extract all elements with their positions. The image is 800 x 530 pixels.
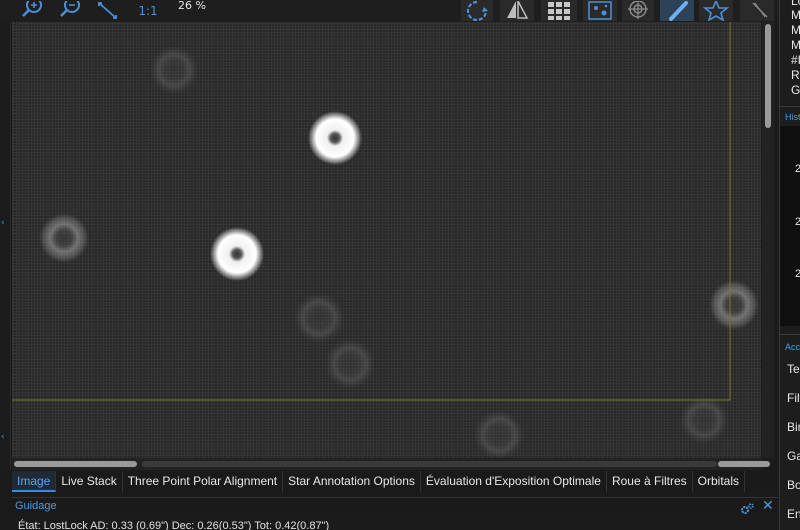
star-detect-icon (588, 0, 612, 20)
crosshair-button[interactable] (622, 0, 654, 21)
guiding-panel-header: Guidage ✕ (12, 497, 778, 515)
brush-button[interactable] (660, 0, 694, 21)
stats-row: Lo (791, 0, 800, 8)
vertical-scroll-thumb[interactable] (765, 24, 771, 128)
accessory-row-label: Ter (787, 362, 800, 376)
horizontal-scroll-thumb[interactable] (718, 461, 770, 467)
crop-frame (12, 22, 731, 401)
stats-row: M (791, 23, 800, 37)
horizontal-scroll-thumb[interactable] (14, 461, 137, 467)
collapse-arrow-icon[interactable]: ‹ (1, 432, 5, 442)
histogram-tick: 2 (795, 268, 800, 280)
image-viewer[interactable] (12, 22, 761, 458)
rotate-button[interactable] (461, 0, 493, 21)
star (308, 111, 362, 165)
zoom-in-button[interactable] (18, 0, 46, 21)
star (325, 339, 375, 389)
star (294, 293, 344, 343)
mirror-icon (507, 0, 529, 19)
grid-button[interactable] (541, 0, 577, 21)
divider (780, 106, 800, 107)
brush-icon (669, 0, 688, 21)
star (210, 227, 264, 281)
mirror-button[interactable] (500, 0, 534, 21)
horizontal-scrollbar[interactable] (12, 458, 770, 470)
accessory-row-label: Filt (787, 391, 800, 405)
star-detect-button[interactable] (583, 0, 617, 21)
crosshair-icon (628, 0, 648, 19)
histogram-header: Hist (785, 112, 800, 122)
star (150, 46, 198, 94)
star (680, 396, 728, 444)
grid-icon (548, 1, 570, 20)
stats-row: #I (791, 53, 800, 67)
tab-live-stack[interactable]: Live Stack (56, 471, 123, 492)
histogram-tick: 2 (795, 216, 800, 228)
star (474, 410, 524, 458)
tab-filter-wheel[interactable]: Roue à Filtres (607, 471, 693, 492)
accessory-row-label: Bin (787, 420, 800, 434)
divider (780, 334, 800, 335)
tab-three-point-polar-alignment[interactable]: Three Point Polar Alignment (123, 471, 284, 492)
collapse-arrow-icon[interactable]: ‹ (1, 218, 5, 228)
zoom-one-to-one-label: 1:1 (138, 3, 158, 18)
tools-icon (752, 1, 768, 18)
stats-row: M (791, 8, 800, 22)
tab-star-annotation-options[interactable]: Star Annotation Options (283, 471, 421, 492)
zoom-percent-label: 26 % (178, 0, 206, 12)
zoom-out-button[interactable] (56, 0, 84, 21)
star-annotation-button[interactable] (699, 0, 733, 21)
accessory-row-label: Bo (787, 478, 800, 492)
fit-to-screen-button[interactable] (94, 0, 122, 21)
tools-button[interactable] (740, 0, 774, 21)
zoom-in-icon (22, 0, 42, 17)
accessory-row-label: En (787, 507, 800, 521)
star (39, 213, 89, 263)
histogram-tick: 2 (795, 163, 800, 175)
star-field (12, 22, 759, 458)
accessories-header: Acc (785, 342, 800, 352)
star (709, 280, 759, 330)
left-panel-strip: ‹ ‹ (0, 22, 11, 470)
stats-row: M (791, 38, 800, 52)
tab-orbitals[interactable]: Orbitals (693, 471, 745, 492)
gear-icon (741, 503, 754, 514)
guiding-panel-title: Guidage (15, 500, 57, 512)
stats-row: Re (791, 68, 800, 82)
fit-to-screen-icon (98, 1, 117, 19)
zoom-one-to-one-button[interactable]: 1:1 (136, 0, 160, 21)
tab-optimal-exposure[interactable]: Évaluation d'Exposition Optimale (421, 471, 607, 492)
tab-image[interactable]: Image (12, 471, 57, 492)
vertical-scrollbar[interactable] (762, 22, 774, 458)
close-icon[interactable]: ✕ (762, 498, 774, 514)
right-side-panel: Lo M M M #I Re G Hist 2 2 2 Acc Ter Filt… (779, 0, 800, 530)
guiding-status-text: État: LostLock AD: 0.33 (0.69") Dec: 0.2… (18, 520, 330, 530)
horizontal-scroll-track[interactable] (142, 461, 717, 467)
stats-row: G (791, 83, 800, 97)
image-toolbar: 1:1 26 % (0, 0, 780, 22)
zoom-out-icon (60, 0, 80, 17)
star-icon (702, 0, 730, 21)
accessory-row-label: Ga (787, 449, 800, 463)
document-tabs: Image Live Stack Three Point Polar Align… (12, 471, 778, 493)
settings-button[interactable] (740, 500, 754, 519)
rotate-icon (466, 0, 488, 21)
